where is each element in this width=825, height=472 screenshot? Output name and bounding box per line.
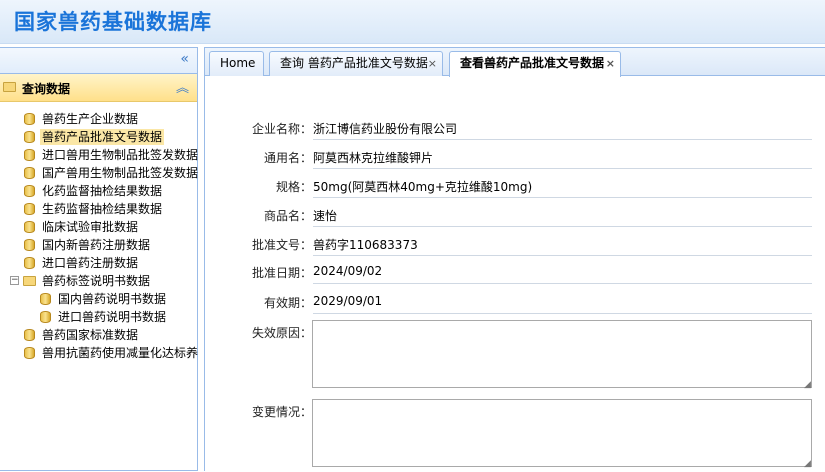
tree-item-label: 进口兽药注册数据	[42, 256, 139, 270]
field-generic-name: 通用名： 阿莫西林克拉维酸钾片	[205, 145, 825, 169]
change-status-textarea[interactable]	[312, 399, 812, 467]
tree-item-approval-number[interactable]: 兽药产品批准文号数据	[0, 128, 198, 146]
database-icon	[24, 203, 35, 215]
tree-item-chem-inspection[interactable]: 化药监督抽检结果数据	[0, 182, 198, 200]
field-value: 速怡	[313, 207, 812, 227]
detail-form: 企业名称： 浙江博信药业股份有限公司 通用名： 阿莫西林克拉维酸钾片 规格： 5…	[205, 77, 825, 472]
app-title: 国家兽药基础数据库	[14, 10, 212, 34]
tree-item-label: 兽药生产企业数据	[42, 112, 139, 126]
main-content: Home 查询 兽药产品批准文号数据 × 查看兽药产品批准文号数据 × 企业名称…	[204, 47, 825, 472]
field-value: 兽药字110683373	[313, 236, 812, 256]
database-icon	[24, 257, 35, 269]
database-icon	[24, 131, 35, 143]
tree-item-clinical-trial[interactable]: 临床试验审批数据	[0, 218, 198, 236]
folder-icon	[3, 82, 16, 92]
tree-item-label: 进口兽药说明书数据	[58, 310, 167, 324]
field-label: 批准日期：	[251, 266, 312, 280]
sidebar: « 查询数据 ︽ 兽药生产企业数据 兽药产品批准文号数据 进口兽用生物制品批签发…	[0, 47, 198, 471]
tree-item-label: 临床试验审批数据	[42, 220, 139, 234]
collapse-toggle-icon[interactable]: −	[10, 276, 19, 285]
field-value: 2029/09/01	[313, 294, 812, 314]
tree-item-import-manual[interactable]: 进口兽药说明书数据	[0, 308, 198, 326]
accordion-header-query[interactable]: 查询数据 ︽	[0, 74, 197, 102]
field-value: 2024/09/02	[313, 264, 812, 284]
collapse-up-icon[interactable]: ︽	[176, 77, 189, 96]
tree-item-enterprise[interactable]: 兽药生产企业数据	[0, 110, 198, 128]
field-label: 失效原因：	[251, 326, 312, 340]
database-icon	[40, 293, 51, 305]
database-icon	[24, 239, 35, 251]
tree-item-label: 兽药国家标准数据	[42, 328, 139, 342]
close-icon[interactable]: ×	[428, 52, 437, 75]
tree-item-bio-inspection[interactable]: 生药监督抽检结果数据	[0, 200, 198, 218]
field-label: 批准文号：	[251, 238, 312, 252]
tree-item-antibacterial-reduction[interactable]: 兽用抗菌药使用减量化达标养	[0, 344, 198, 362]
tree-item-new-drug-registration[interactable]: 国内新兽药注册数据	[0, 236, 198, 254]
field-label: 规格：	[275, 180, 312, 194]
tab-home[interactable]: Home	[209, 51, 264, 76]
field-label: 商品名：	[263, 209, 312, 223]
database-icon	[24, 185, 35, 197]
tree-item-domestic-bio[interactable]: 国产兽用生物制品批签发数据	[0, 164, 198, 182]
field-label: 变更情况：	[251, 405, 312, 419]
tree-item-label: 兽药标签说明书数据	[42, 274, 151, 288]
collapse-left-icon[interactable]: «	[180, 51, 189, 67]
tree-item-label: 化药监督抽检结果数据	[42, 184, 163, 198]
database-icon	[40, 311, 51, 323]
database-icon	[24, 329, 35, 341]
tree-item-import-bio[interactable]: 进口兽用生物制品批签发数据	[0, 146, 198, 164]
close-icon[interactable]: ×	[606, 52, 615, 75]
field-trade-name: 商品名： 速怡	[205, 203, 825, 227]
tree-item-label: 国产兽用生物制品批签发数据	[42, 166, 198, 180]
database-icon	[24, 347, 35, 359]
invalid-reason-textarea[interactable]	[312, 320, 812, 388]
tab-label: Home	[220, 56, 256, 70]
tab-query-approval[interactable]: 查询 兽药产品批准文号数据 ×	[269, 51, 443, 76]
tree-item-label: 生药监督抽检结果数据	[42, 202, 163, 216]
field-value: 浙江博信药业股份有限公司	[313, 120, 812, 140]
tree-item-label: 国内新兽药注册数据	[42, 238, 151, 252]
resize-handle-icon[interactable]: ◢	[804, 380, 811, 390]
tree-item-national-standard[interactable]: 兽药国家标准数据	[0, 326, 198, 344]
field-label: 有效期：	[263, 296, 312, 310]
field-approval-date: 批准日期： 2024/09/02	[205, 260, 825, 284]
database-icon	[24, 167, 35, 179]
resize-handle-icon[interactable]: ◢	[804, 459, 811, 469]
tab-label: 查看兽药产品批准文号数据	[460, 56, 605, 70]
database-icon	[24, 221, 35, 233]
folder-open-icon	[23, 276, 36, 286]
tree-item-import-registration[interactable]: 进口兽药注册数据	[0, 254, 198, 272]
field-value: 阿莫西林克拉维酸钾片	[313, 149, 812, 169]
field-value: 50mg(阿莫西林40mg+克拉维酸10mg)	[313, 178, 812, 198]
tree-item-label: 国内兽药说明书数据	[58, 292, 167, 306]
tree-item-label: 兽用抗菌药使用减量化达标养	[42, 346, 198, 360]
tree-item-domestic-manual[interactable]: 国内兽药说明书数据	[0, 290, 198, 308]
tab-label: 查询 兽药产品批准文号数据	[280, 56, 428, 70]
field-label: 通用名：	[263, 151, 312, 165]
field-approval-number: 批准文号： 兽药字110683373	[205, 232, 825, 256]
tree-item-label: 进口兽用生物制品批签发数据	[42, 148, 198, 162]
tree-item-label: 兽药产品批准文号数据	[40, 129, 165, 145]
sidebar-collapse-bar: «	[0, 48, 197, 74]
app-header: 国家兽药基础数据库	[0, 0, 825, 44]
field-specification: 规格： 50mg(阿莫西林40mg+克拉维酸10mg)	[205, 174, 825, 198]
field-label: 企业名称：	[251, 122, 312, 136]
field-enterprise-name: 企业名称： 浙江博信药业股份有限公司	[205, 116, 825, 140]
database-icon	[24, 113, 35, 125]
database-icon	[24, 149, 35, 161]
tab-bar: Home 查询 兽药产品批准文号数据 × 查看兽药产品批准文号数据 ×	[205, 48, 825, 77]
nav-tree: 兽药生产企业数据 兽药产品批准文号数据 进口兽用生物制品批签发数据 国产兽用生物…	[0, 110, 198, 362]
tree-item-label-manual[interactable]: − 兽药标签说明书数据	[0, 272, 198, 290]
tab-view-approval[interactable]: 查看兽药产品批准文号数据 ×	[449, 51, 621, 77]
field-expiry-date: 有效期： 2029/09/01	[205, 290, 825, 314]
accordion-title: 查询数据	[22, 82, 71, 96]
